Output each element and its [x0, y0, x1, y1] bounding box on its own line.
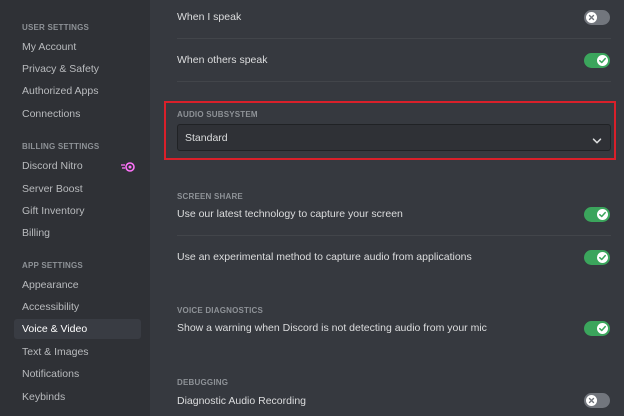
sidebar-item-voice-video[interactable]: Voice & Video — [14, 319, 141, 339]
experimental-audio-toggle[interactable] — [584, 250, 610, 265]
sidebar-item-appearance[interactable]: Appearance — [14, 275, 141, 295]
mic-warning-label: Show a warning when Discord is not detec… — [177, 322, 487, 334]
settings-sidebar: USER SETTINGS My Account Privacy & Safet… — [0, 0, 150, 416]
sidebar-item-notifications[interactable]: Notifications — [14, 364, 141, 384]
user-settings-header: USER SETTINGS — [22, 23, 90, 32]
sidebar-item-billing[interactable]: Billing — [14, 223, 141, 243]
latest-tech-label: Use our latest technology to capture you… — [177, 208, 403, 220]
when-others-speak-label: When others speak — [177, 54, 268, 66]
screen-share-header: SCREEN SHARE — [177, 192, 243, 201]
diagnostic-recording-label: Diagnostic Audio Recording — [177, 395, 306, 407]
close-icon — [588, 14, 595, 21]
check-icon — [599, 325, 606, 332]
close-icon — [588, 397, 595, 404]
sidebar-item-accessibility[interactable]: Accessibility — [14, 297, 141, 317]
sidebar-item-keybinds[interactable]: Keybinds — [14, 387, 141, 407]
divider — [177, 235, 611, 236]
debugging-header: DEBUGGING — [177, 378, 229, 387]
nitro-icon — [121, 160, 135, 180]
sidebar-item-label: Discord Nitro — [22, 160, 83, 172]
sidebar-item-server-boost[interactable]: Server Boost — [14, 179, 141, 199]
audio-subsystem-value: Standard — [185, 132, 228, 144]
when-i-speak-toggle[interactable] — [584, 10, 610, 25]
sidebar-item-authorized-apps[interactable]: Authorized Apps — [14, 81, 141, 101]
mic-warning-toggle[interactable] — [584, 321, 610, 336]
audio-subsystem-header: AUDIO SUBSYSTEM — [177, 110, 258, 119]
billing-settings-header: BILLING SETTINGS — [22, 142, 100, 151]
app-settings-header: APP SETTINGS — [22, 261, 83, 270]
check-icon — [599, 254, 606, 261]
sidebar-item-text-images[interactable]: Text & Images — [14, 342, 141, 362]
divider — [177, 81, 611, 82]
when-i-speak-label: When I speak — [177, 11, 242, 23]
divider — [177, 38, 611, 39]
diagnostic-recording-toggle[interactable] — [584, 393, 610, 408]
sidebar-item-my-account[interactable]: My Account — [14, 37, 141, 57]
latest-tech-toggle[interactable] — [584, 207, 610, 222]
check-icon — [599, 211, 606, 218]
voice-video-settings: When I speak When others speak AUDIO SUB… — [150, 0, 624, 416]
sidebar-item-gift-inventory[interactable]: Gift Inventory — [14, 201, 141, 221]
voice-diagnostics-header: VOICE DIAGNOSTICS — [177, 306, 264, 315]
audio-subsystem-select[interactable]: Standard — [177, 124, 611, 151]
check-icon — [599, 57, 606, 64]
experimental-audio-label: Use an experimental method to capture au… — [177, 251, 472, 263]
sidebar-item-discord-nitro[interactable]: Discord Nitro — [14, 156, 141, 176]
sidebar-item-connections[interactable]: Connections — [14, 104, 141, 124]
sidebar-item-privacy-safety[interactable]: Privacy & Safety — [14, 59, 141, 79]
chevron-down-icon — [592, 133, 602, 151]
when-others-speak-toggle[interactable] — [584, 53, 610, 68]
